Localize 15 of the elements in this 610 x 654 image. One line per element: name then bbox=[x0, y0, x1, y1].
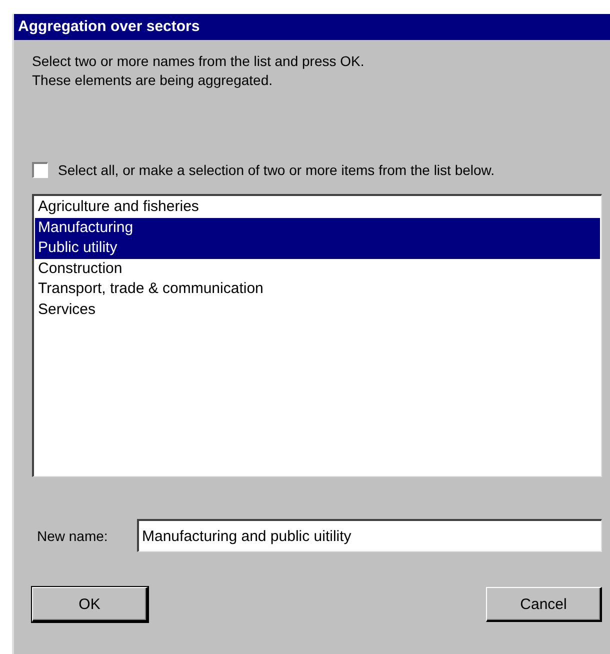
select-all-checkbox[interactable] bbox=[32, 162, 48, 178]
cancel-button[interactable]: Cancel bbox=[486, 587, 602, 622]
window-title: Aggregation over sectors bbox=[14, 14, 610, 40]
new-name-field[interactable]: Manufacturing and public uitility bbox=[137, 519, 602, 552]
list-item[interactable]: Public utility bbox=[35, 238, 600, 258]
list-item[interactable]: Services bbox=[35, 300, 600, 320]
list-item[interactable]: Manufacturing bbox=[35, 218, 600, 238]
list-item[interactable]: Construction bbox=[35, 258, 600, 279]
list-item[interactable]: Agriculture and fisheries bbox=[35, 197, 600, 218]
new-name-label: New name: bbox=[36, 528, 109, 544]
instruction-text: Select two or more names from the list and press OK. bbox=[32, 52, 366, 71]
ok-button[interactable]: OK bbox=[32, 587, 148, 622]
list-item[interactable]: Transport, trade & communication bbox=[35, 279, 600, 300]
select-all-label: Select all, or make a selection of two or more items from the list below. bbox=[58, 162, 495, 178]
instruction-text: These elements are being aggregated. bbox=[32, 71, 274, 90]
